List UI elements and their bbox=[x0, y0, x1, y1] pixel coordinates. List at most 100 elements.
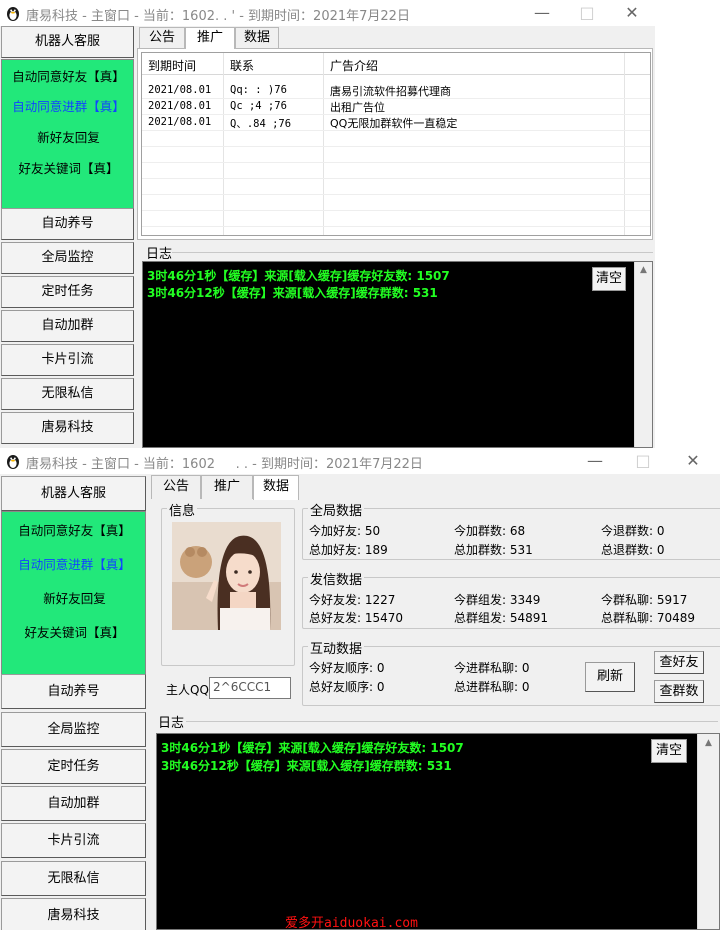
clear-log-button[interactable]: 清空 bbox=[651, 739, 687, 763]
tab-announcement[interactable]: 公告 bbox=[151, 475, 201, 499]
main-window-data: 唐易科技 - 主窗口 - 当前：1602 . . - 到期时间：2021年7月2… bbox=[0, 448, 720, 930]
promo-list[interactable]: 到期时间 联系 广告介绍 2021/08.01 Qq: : )76 唐易引流软件… bbox=[141, 52, 651, 236]
auto-accept-friend-toggle[interactable]: 自动同意好友【真】 bbox=[2, 66, 135, 85]
title-bar[interactable]: 唐易科技 - 主窗口 - 当前：1602 . . - 到期时间：2021年7月2… bbox=[0, 448, 720, 474]
log-line: 3时46分12秒【缓存】来源[载入缓存]缓存群数: 531 bbox=[147, 286, 438, 300]
tab-announcement[interactable]: 公告 bbox=[139, 27, 185, 49]
close-button[interactable]: ✕ bbox=[617, 2, 647, 24]
scroll-up-icon[interactable]: ▲ bbox=[698, 738, 719, 748]
penguin-app-icon bbox=[7, 455, 19, 469]
clear-log-button[interactable]: 清空 bbox=[592, 267, 626, 291]
owner-qq-label: 主人QQ bbox=[166, 683, 209, 697]
scheduled-task-button[interactable]: 定时任务 bbox=[1, 749, 146, 784]
log-line: 3时46分1秒【缓存】来源[载入缓存]缓存好友数: 1507 bbox=[147, 269, 450, 283]
global-stats-title: 全局数据 bbox=[308, 500, 365, 519]
today-group-private: 今群私聊: 5917 bbox=[601, 593, 688, 607]
tab-promotion[interactable]: 推广 bbox=[185, 27, 235, 49]
check-friends-button[interactable]: 查好友 bbox=[654, 651, 704, 674]
check-groups-button[interactable]: 查群数 bbox=[654, 680, 704, 703]
log-label: 日志 bbox=[158, 716, 185, 731]
maximize-button[interactable]: □ bbox=[572, 2, 602, 24]
table-cell: QQ无限加群软件一直稳定 bbox=[330, 117, 458, 130]
promo-panel: 到期时间 联系 广告介绍 2021/08.01 Qq: : )76 唐易引流软件… bbox=[137, 48, 653, 240]
total-join-groups: 总加群数: 531 bbox=[454, 543, 533, 557]
today-join-groups: 今加群数: 68 bbox=[454, 524, 526, 538]
minimize-button[interactable]: — bbox=[580, 450, 610, 472]
total-group-private: 总群私聊: 70489 bbox=[601, 611, 696, 625]
auto-raise-account-button[interactable]: 自动养号 bbox=[1, 674, 146, 709]
tab-bar: 公告 推广 数据 bbox=[139, 27, 339, 49]
log-line: 3时46分1秒【缓存】来源[载入缓存]缓存好友数: 1507 bbox=[161, 741, 464, 755]
total-friend-order: 总好友顺序: 0 bbox=[309, 680, 385, 694]
minimize-button[interactable]: — bbox=[527, 2, 557, 24]
table-cell: Q、.84 ;76 bbox=[230, 118, 292, 130]
watermark-text: 爱多开aiduokai.com bbox=[285, 916, 418, 931]
total-leave-groups: 总退群数: 0 bbox=[601, 543, 665, 557]
table-cell: 2021/08.01 bbox=[148, 100, 212, 112]
total-friend-send: 总好友发: 15470 bbox=[309, 611, 404, 625]
window-title: 唐易科技 - 主窗口 - 当前：1602. . ' - 到期时间：2021年7月… bbox=[26, 9, 410, 24]
info-group-title: 信息 bbox=[167, 500, 198, 519]
today-friend-order: 今好友顺序: 0 bbox=[309, 661, 385, 675]
unlimited-private-message-button[interactable]: 无限私信 bbox=[1, 378, 134, 410]
global-monitor-button[interactable]: 全局监控 bbox=[1, 712, 146, 747]
auto-raise-account-button[interactable]: 自动养号 bbox=[1, 208, 134, 240]
window-title: 唐易科技 - 主窗口 - 当前：1602 . . - 到期时间：2021年7月2… bbox=[26, 457, 423, 472]
tab-data[interactable]: 数据 bbox=[235, 27, 279, 49]
avatar bbox=[172, 522, 281, 630]
auto-accept-friend-toggle[interactable]: 自动同意好友【真】 bbox=[2, 520, 147, 539]
global-monitor-button[interactable]: 全局监控 bbox=[1, 242, 134, 274]
col-contact-header[interactable]: 联系 bbox=[230, 57, 254, 74]
total-join-group-private: 总进群私聊: 0 bbox=[454, 680, 530, 694]
table-cell: 出租广告位 bbox=[330, 101, 385, 114]
friend-keyword-toggle[interactable]: 好友关键词【真】 bbox=[2, 622, 147, 641]
today-add-friends: 今加好友: 50 bbox=[309, 524, 381, 538]
log-scrollbar[interactable]: ▲ bbox=[634, 262, 652, 447]
auto-accept-group-toggle[interactable]: 自动同意进群【真】 bbox=[2, 96, 135, 115]
total-add-friends: 总加好友: 189 bbox=[309, 543, 388, 557]
total-group-send: 总群组发: 54891 bbox=[454, 611, 549, 625]
table-cell: Qq: : )76 bbox=[230, 84, 287, 96]
col-description-header[interactable]: 广告介绍 bbox=[330, 57, 378, 74]
title-bar[interactable]: 唐易科技 - 主窗口 - 当前：1602. . ' - 到期时间：2021年7月… bbox=[0, 0, 655, 26]
table-cell: Qc ;4 ;76 bbox=[230, 100, 287, 112]
table-cell: 唐易引流软件招募代理商 bbox=[330, 85, 451, 98]
today-group-send: 今群组发: 3349 bbox=[454, 593, 541, 607]
interaction-stats-title: 互动数据 bbox=[308, 638, 365, 657]
log-area[interactable]: 3时46分1秒【缓存】来源[载入缓存]缓存好友数: 1507 3时46分12秒【… bbox=[156, 733, 720, 930]
log-line: 3时46分12秒【缓存】来源[载入缓存]缓存群数: 531 bbox=[161, 759, 452, 773]
auto-join-group-button[interactable]: 自动加群 bbox=[1, 786, 146, 821]
card-traffic-button[interactable]: 卡片引流 bbox=[1, 344, 134, 376]
log-scrollbar[interactable]: ▲ bbox=[697, 734, 719, 929]
today-join-group-private: 今进群私聊: 0 bbox=[454, 661, 530, 675]
close-button[interactable]: ✕ bbox=[678, 450, 708, 472]
auto-join-group-button[interactable]: 自动加群 bbox=[1, 310, 134, 342]
tab-data[interactable]: 数据 bbox=[253, 475, 299, 500]
tab-bar: 公告 推广 数据 bbox=[151, 475, 351, 500]
col-expiry-header[interactable]: 到期时间 bbox=[148, 57, 196, 74]
new-friend-reply-item[interactable]: 新好友回复 bbox=[2, 588, 147, 607]
tab-promotion[interactable]: 推广 bbox=[201, 475, 253, 499]
log-label: 日志 bbox=[146, 247, 173, 262]
robot-service-button[interactable]: 机器人客服 bbox=[1, 26, 134, 58]
table-cell: 2021/08.01 bbox=[148, 116, 212, 128]
auto-accept-group-toggle[interactable]: 自动同意进群【真】 bbox=[2, 554, 147, 573]
today-friend-send: 今好友发: 1227 bbox=[309, 593, 396, 607]
penguin-app-icon bbox=[7, 7, 19, 21]
new-friend-reply-item[interactable]: 新好友回复 bbox=[2, 127, 135, 146]
today-leave-groups: 今退群数: 0 bbox=[601, 524, 665, 538]
tangyi-tech-button[interactable]: 唐易科技 bbox=[1, 898, 146, 930]
robot-service-button[interactable]: 机器人客服 bbox=[1, 476, 146, 511]
refresh-button[interactable]: 刷新 bbox=[585, 662, 635, 692]
card-traffic-button[interactable]: 卡片引流 bbox=[1, 823, 146, 858]
unlimited-private-message-button[interactable]: 无限私信 bbox=[1, 861, 146, 896]
main-window-promo: 唐易科技 - 主窗口 - 当前：1602. . ' - 到期时间：2021年7月… bbox=[0, 0, 655, 448]
send-stats-title: 发信数据 bbox=[308, 569, 365, 588]
friend-keyword-toggle[interactable]: 好友关键词【真】 bbox=[2, 158, 135, 177]
scroll-up-icon[interactable]: ▲ bbox=[635, 265, 652, 275]
maximize-button[interactable]: □ bbox=[628, 450, 658, 472]
log-area[interactable]: 3时46分1秒【缓存】来源[载入缓存]缓存好友数: 1507 3时46分12秒【… bbox=[142, 261, 653, 448]
scheduled-task-button[interactable]: 定时任务 bbox=[1, 276, 134, 308]
owner-qq-input[interactable]: 2^6CCC1 bbox=[209, 677, 291, 699]
tangyi-tech-button[interactable]: 唐易科技 bbox=[1, 412, 134, 444]
